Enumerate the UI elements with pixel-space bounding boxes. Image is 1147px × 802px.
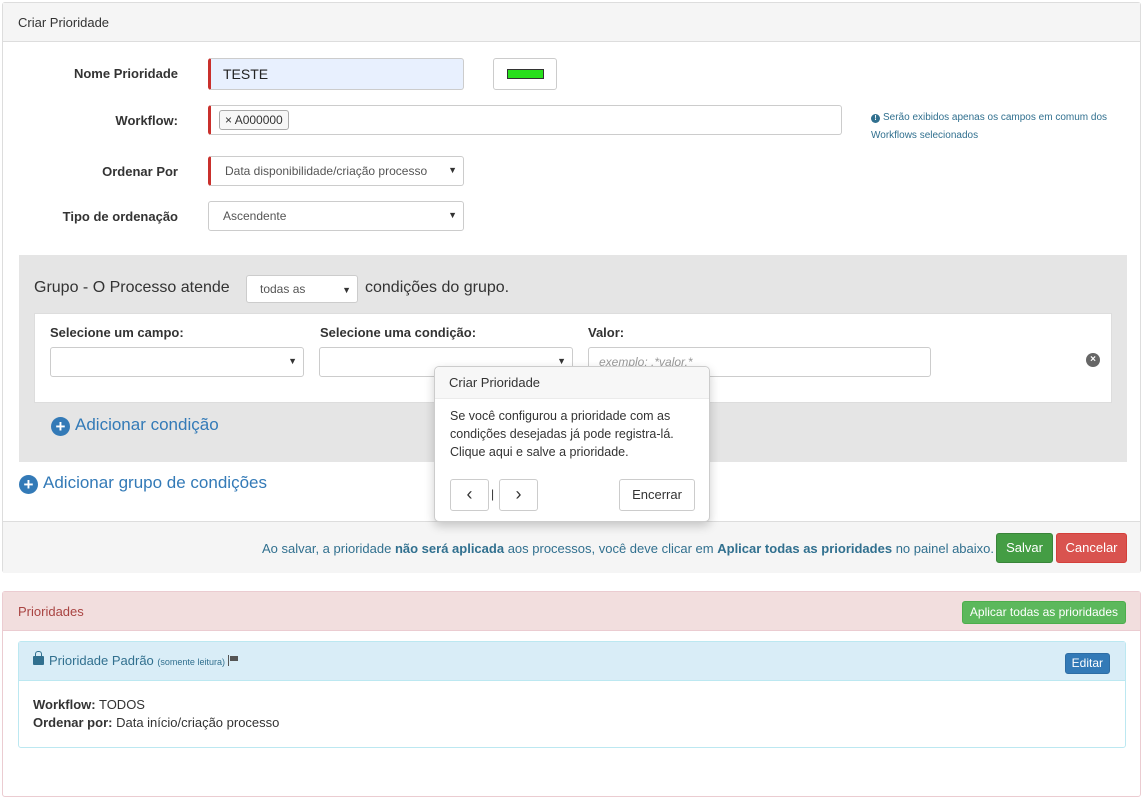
group-match-select[interactable]: todas as ▼ — [246, 275, 358, 303]
workflow-hint: ! Serão exibidos apenas os campos em comu… — [871, 109, 1131, 145]
note-part: no painel abaixo. — [892, 541, 994, 556]
note-bold: Aplicar todas as prioridades — [717, 541, 893, 556]
popover-title: Criar Prioridade — [435, 367, 709, 399]
order-type-label: Tipo de ordenação — [62, 209, 178, 224]
workflow-value: TODOS — [98, 697, 145, 712]
panel-title: Criar Prioridade — [3, 3, 1140, 42]
note-bold: não será aplicada — [394, 541, 505, 556]
priorities-header: Prioridades Aplicar todas as prioridades — [3, 592, 1140, 631]
workflow-multiselect[interactable]: × A000000 — [208, 105, 842, 135]
order-type-select[interactable]: Ascendente ▼ — [208, 201, 464, 231]
lock-icon — [33, 651, 44, 665]
chevron-down-icon: ▼ — [288, 356, 297, 366]
order-line: Ordenar por: Data início/criação process… — [33, 714, 1111, 732]
add-group-label: Adicionar grupo de condições — [43, 473, 267, 492]
default-priority-header: Prioridade Padrão (somente leitura) Edit… — [19, 642, 1125, 681]
remove-condition-icon[interactable]: × — [1086, 353, 1100, 367]
chevron-down-icon: ▼ — [342, 285, 351, 295]
name-input[interactable]: TESTE — [208, 58, 464, 90]
readonly-label: (somente leitura) — [157, 657, 225, 667]
color-picker-button[interactable] — [493, 58, 557, 90]
default-priority-title: Prioridade Padrão — [49, 653, 154, 668]
order-by-label: Ordenar Por — [102, 164, 178, 179]
group-match-value: todas as — [260, 282, 306, 296]
order-value: Data início/criação processo — [116, 715, 280, 730]
add-condition-label: Adicionar condição — [75, 415, 219, 434]
flag-icon — [227, 655, 238, 666]
cancel-button[interactable]: Cancelar — [1056, 533, 1127, 563]
popover-separator: | — [491, 487, 495, 501]
priorities-title: Prioridades — [18, 604, 84, 619]
field-label: Selecione um campo: — [50, 325, 184, 340]
plus-circle-icon: + — [19, 475, 38, 494]
workflow-key: Workflow: — [33, 697, 96, 712]
default-priority-body: Workflow: TODOS Ordenar por: Data início… — [19, 681, 1125, 747]
note-part: Ao salvar, a prioridade — [261, 541, 395, 556]
add-condition-link[interactable]: + Adicionar condição — [51, 415, 219, 436]
prev-button[interactable]: ‹ — [450, 479, 489, 511]
save-button[interactable]: Salvar — [996, 533, 1053, 563]
tour-popover: Criar Prioridade Se você configurou a pr… — [434, 366, 710, 522]
workflow-line: Workflow: TODOS — [33, 696, 1111, 714]
footer-note: Ao salvar, a prioridade não será aplicad… — [262, 541, 994, 556]
group-title: Grupo - O Processo atende — [34, 279, 230, 296]
workflow-tag[interactable]: × A000000 — [219, 110, 289, 130]
plus-circle-icon: + — [51, 417, 70, 436]
color-swatch — [507, 69, 544, 79]
form-footer: Ao salvar, a prioridade não será aplicad… — [3, 521, 1140, 573]
order-by-select[interactable]: Data disponibilidade/criação processo ▼ — [208, 156, 464, 186]
value-label: Valor: — [588, 325, 625, 340]
field-select[interactable]: ▼ — [50, 347, 304, 377]
tag-remove-icon[interactable]: × — [225, 113, 232, 127]
default-priority-card: Prioridade Padrão (somente leitura) Edit… — [18, 641, 1126, 748]
order-key: Ordenar por: — [33, 715, 113, 730]
order-by-value: Data disponibilidade/criação processo — [225, 164, 428, 178]
add-group-link[interactable]: + Adicionar grupo de condições — [19, 473, 267, 494]
edit-button[interactable]: Editar — [1064, 653, 1110, 674]
apply-all-button[interactable]: Aplicar todas as prioridades — [961, 601, 1126, 624]
workflow-hint-text: Serão exibidos apenas os campos em comum… — [871, 112, 1108, 141]
chevron-down-icon: ▼ — [557, 356, 566, 366]
end-tour-button[interactable]: Encerrar — [619, 479, 695, 511]
order-type-value: Ascendente — [223, 209, 287, 223]
workflow-tag-label: A000000 — [234, 113, 283, 127]
chevron-down-icon: ▼ — [448, 165, 457, 175]
group-title-suffix: condições do grupo. — [365, 279, 510, 296]
next-button[interactable]: › — [499, 479, 538, 511]
chevron-down-icon: ▼ — [448, 210, 457, 220]
priorities-panel: Prioridades Aplicar todas as prioridades… — [2, 591, 1141, 797]
condition-label: Selecione uma condição: — [320, 325, 477, 340]
workflow-label: Workflow: — [115, 113, 178, 128]
name-label: Nome Prioridade — [73, 66, 178, 81]
note-part: aos processos, você deve clicar em — [504, 541, 718, 556]
info-icon: ! — [871, 114, 880, 123]
popover-body: Se você configurou a prioridade com as c… — [450, 409, 674, 459]
